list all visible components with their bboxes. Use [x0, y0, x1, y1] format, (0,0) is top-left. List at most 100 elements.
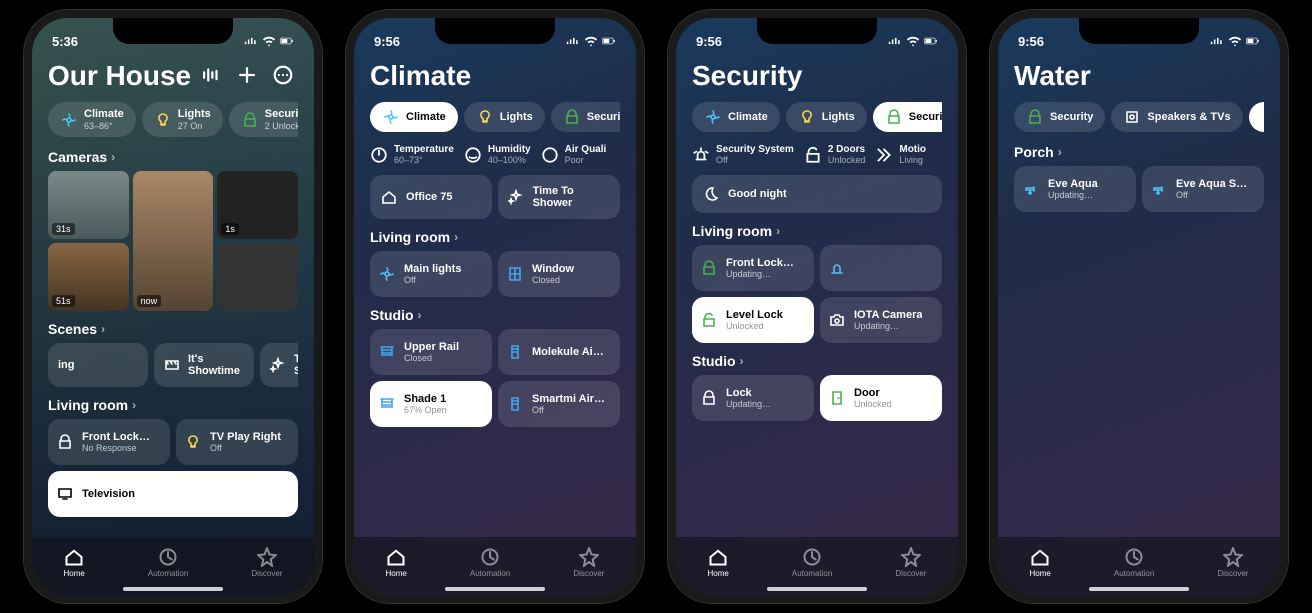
section-header[interactable]: Scenes› — [48, 321, 298, 337]
tab-home[interactable]: Home — [708, 547, 729, 578]
notch — [435, 18, 555, 44]
accessory-tile[interactable]: Eve AquaUpdating… — [1014, 166, 1136, 212]
scene-button[interactable]: Time To Shower — [260, 343, 298, 387]
lock-icon — [56, 433, 74, 451]
scene-button[interactable]: Good night — [692, 175, 942, 213]
accessory-tile[interactable]: TV Play RightOff — [176, 419, 298, 465]
accessory-tile[interactable]: Level LockUnlocked — [692, 297, 814, 343]
stat-security-system[interactable]: Security SystemOff — [692, 144, 794, 165]
tile-name: TV Play Right — [210, 431, 281, 443]
thermo-icon — [370, 146, 388, 164]
category-pill-security[interactable]: Security — [551, 102, 620, 132]
section-header[interactable]: Living room› — [370, 229, 620, 245]
accessory-tile[interactable]: Front Lock…Updating… — [692, 245, 814, 291]
stat-label: Temperature — [394, 144, 454, 155]
category-pill-climate[interactable]: Climate63–86° — [48, 102, 136, 137]
accessory-tile[interactable]: Television — [48, 471, 298, 517]
camera-thumbnail[interactable] — [217, 243, 298, 311]
accessory-tile[interactable]: Shade 167% Open — [370, 381, 492, 427]
chevron-right-icon: › — [418, 308, 422, 322]
camera-icon — [829, 312, 845, 328]
category-pill-lights[interactable]: Lights — [786, 102, 867, 132]
tab-automation[interactable]: Automation — [1114, 547, 1154, 578]
tile-name: Main lights — [404, 263, 461, 275]
air-icon — [541, 146, 559, 164]
stat-air-quali[interactable]: Air QualiPoor — [541, 144, 607, 165]
section-header[interactable]: Cameras› — [48, 149, 298, 165]
section-header[interactable]: Studio› — [370, 307, 620, 323]
stat-label: Motio — [899, 144, 926, 155]
accessory-tile[interactable]: IOTA CameraUpdating… — [820, 297, 942, 343]
accessory-tile[interactable]: Smartmi Air…Off — [498, 381, 620, 427]
lock-icon — [701, 260, 717, 276]
humidity-icon — [464, 146, 482, 164]
status-time: 9:56 — [1018, 34, 1044, 49]
accessory-tile[interactable]: Eve Aqua S…Off — [1142, 166, 1264, 212]
lock-icon — [700, 259, 718, 277]
faucet-icon — [1023, 181, 1039, 197]
stat-humidity[interactable]: Humidity40–100% — [464, 144, 531, 165]
accessory-tile[interactable]: DoorUnlocked — [820, 375, 942, 421]
tab-automation[interactable]: Automation — [792, 547, 832, 578]
section-header[interactable]: Studio› — [692, 353, 942, 369]
category-pills: Security Speakers & TVs Water — [1014, 102, 1264, 132]
tab-home[interactable]: Home — [64, 547, 85, 578]
stat-value: 40–100% — [488, 155, 531, 165]
stat--doors[interactable]: 2 DoorsUnlocked — [804, 144, 866, 165]
moon-icon — [702, 185, 720, 203]
category-pill-security[interactable]: Security — [1014, 102, 1105, 132]
category-pill-climate[interactable]: Climate — [692, 102, 780, 132]
waveform-icon[interactable] — [200, 64, 222, 86]
camera-thumbnail[interactable]: 51s — [48, 243, 129, 311]
accessory-tile[interactable]: Molekule Ai… — [498, 329, 620, 375]
plus-icon[interactable] — [236, 64, 258, 86]
camera-thumbnail[interactable]: now — [133, 171, 214, 311]
section-header[interactable]: Living room› — [692, 223, 942, 239]
category-pill-lights[interactable]: Lights — [464, 102, 545, 132]
scene-button[interactable]: It's Showtime — [154, 343, 254, 387]
stat-temperature[interactable]: Temperature60–73° — [370, 144, 454, 165]
tab-automation[interactable]: Automation — [148, 547, 188, 578]
scene-button[interactable]: ing — [48, 343, 148, 387]
tab-discover[interactable]: Discover — [895, 547, 926, 578]
tile-name: Window — [532, 263, 574, 275]
fan-icon — [383, 109, 399, 125]
accessory-tile[interactable]: Front Lock…No Response — [48, 419, 170, 465]
category-pill-climate[interactable]: Climate — [370, 102, 458, 132]
house-icon — [380, 188, 398, 206]
tab-automation[interactable]: Automation — [470, 547, 510, 578]
accessory-tile[interactable]: WindowClosed — [498, 251, 620, 297]
phone-screen-1: 9:56 Climate Climate Lights Security Tem… — [346, 10, 644, 603]
more-icon[interactable] — [272, 64, 294, 86]
tab-discover[interactable]: Discover — [1217, 547, 1248, 578]
section-header[interactable]: Living room› — [48, 397, 298, 413]
drop-icon — [1262, 109, 1264, 125]
tab-home[interactable]: Home — [386, 547, 407, 578]
section-header[interactable]: Porch› — [1014, 144, 1264, 160]
scene-button[interactable]: Time To Shower — [498, 175, 620, 219]
scene-button[interactable]: Office 75 — [370, 175, 492, 219]
accessory-tile[interactable]: LockUpdating… — [692, 375, 814, 421]
accessory-tile[interactable] — [820, 245, 942, 291]
fan-icon — [705, 109, 721, 125]
camera-thumbnail[interactable]: 1s — [217, 171, 298, 239]
tab-discover[interactable]: Discover — [573, 547, 604, 578]
camera-timestamp: 1s — [221, 223, 239, 235]
camera-thumbnail[interactable]: 31s — [48, 171, 129, 239]
category-pill-water[interactable]: Water — [1249, 102, 1264, 132]
accessory-tile[interactable]: Main lightsOff — [370, 251, 492, 297]
tab-home[interactable]: Home — [1030, 547, 1051, 578]
category-pill-lights[interactable]: Lights27 On — [142, 102, 223, 137]
stat-motio[interactable]: MotioLiving — [875, 144, 926, 165]
category-pill-security[interactable]: Security — [873, 102, 942, 132]
category-pill-speakers-tvs[interactable]: Speakers & TVs — [1111, 102, 1242, 132]
category-pill-security[interactable]: Security2 Unlocked — [229, 102, 298, 137]
tile-status: Off — [1176, 190, 1247, 200]
pill-sub: 2 Unlocked — [265, 121, 298, 131]
tv-icon — [56, 485, 74, 503]
accessory-tile[interactable]: Upper RailClosed — [370, 329, 492, 375]
camera-timestamp: now — [137, 295, 162, 307]
drop-icon — [1261, 108, 1264, 126]
star-icon — [579, 547, 599, 567]
tab-discover[interactable]: Discover — [251, 547, 282, 578]
